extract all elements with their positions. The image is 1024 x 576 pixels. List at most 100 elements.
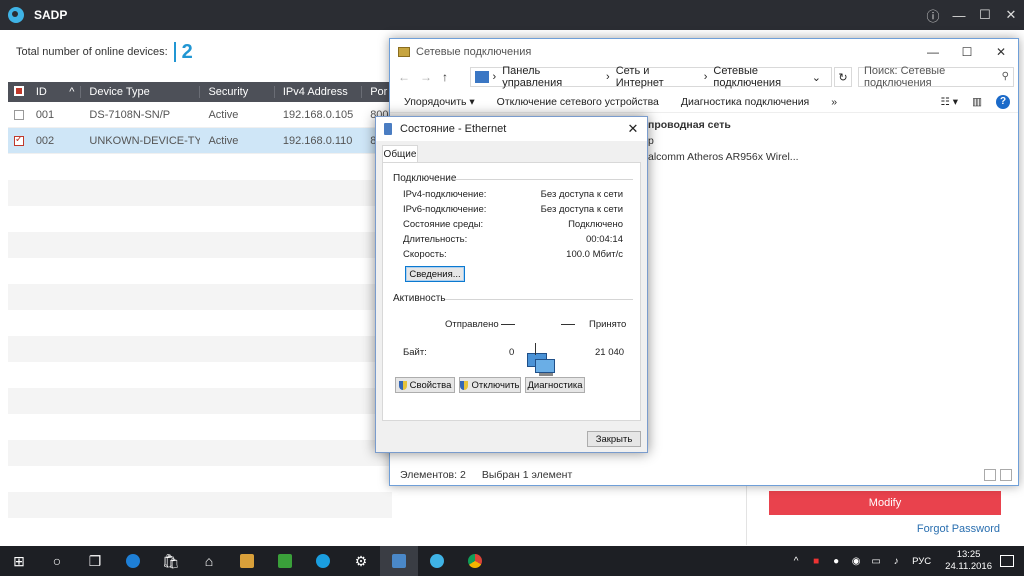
- breadcrumb-item[interactable]: Сеть и Интернет: [616, 65, 698, 89]
- tiles-view-button[interactable]: [1000, 469, 1012, 481]
- empty-row: [8, 362, 392, 388]
- properties-button[interactable]: Свойства: [395, 377, 455, 393]
- sadp-icon[interactable]: [418, 546, 456, 576]
- skype-icon[interactable]: [304, 546, 342, 576]
- close-icon[interactable]: ✕: [619, 117, 647, 141]
- breadcrumb[interactable]: › Панель управления › Сеть и Интернет › …: [470, 65, 832, 89]
- windows-icon[interactable]: ⊞: [0, 546, 38, 576]
- connection-status: р: [648, 135, 654, 147]
- app-icon[interactable]: [228, 546, 266, 576]
- explorer-titlebar: Сетевые подключения — ☐ ✕: [390, 39, 1018, 65]
- language-indicator[interactable]: РУС: [912, 556, 931, 567]
- app2-icon[interactable]: [266, 546, 304, 576]
- received-label: Принято: [589, 319, 627, 330]
- maximize-button[interactable]: ☐: [972, 0, 998, 30]
- minimize-button[interactable]: —: [946, 0, 972, 30]
- back-arrow-icon[interactable]: ←: [398, 70, 410, 84]
- diagnose-button[interactable]: Диагностика: [525, 377, 585, 393]
- field-ipv4: IPv4-подключение: Без доступа к сети: [403, 189, 623, 200]
- organize-menu[interactable]: Упорядочить ▾: [404, 96, 475, 108]
- modify-button[interactable]: Modify: [769, 491, 1001, 515]
- online-devices-summary: Total number of online devices: 2: [16, 42, 193, 62]
- table-row[interactable]: 001 DS-7108N-SN/P Active 192.168.0.105 8…: [8, 102, 392, 128]
- refresh-button[interactable]: ↻: [834, 67, 852, 87]
- col-port[interactable]: Por: [362, 86, 392, 98]
- table-row[interactable]: 002 UNKOWN-DEVICE-TYPE Active 192.168.0.…: [8, 128, 392, 154]
- diagnose-connection-button[interactable]: Диагностика подключения: [681, 96, 809, 108]
- forgot-password-link[interactable]: Forgot Password: [917, 523, 1000, 535]
- group-activity-label: Активность: [393, 293, 446, 304]
- chevron-down-icon[interactable]: ⌄: [812, 71, 821, 84]
- dialog-titlebar: Состояние - Ethernet ✕: [376, 117, 647, 141]
- tray-app-icon[interactable]: ●: [829, 556, 843, 567]
- chevron-up-icon[interactable]: ^: [789, 556, 803, 567]
- clock[interactable]: 13:25 24.11.2016: [945, 549, 992, 573]
- edge-icon[interactable]: [114, 546, 152, 576]
- details-button[interactable]: Сведения...: [405, 266, 465, 282]
- empty-row: [8, 388, 392, 414]
- empty-row: [8, 414, 392, 440]
- view-options-icon[interactable]: ☷ ▾: [940, 96, 958, 108]
- store-icon[interactable]: 🛍: [152, 546, 190, 576]
- command-bar: Упорядочить ▾ Отключение сетевого устрой…: [390, 91, 1018, 113]
- breadcrumb-item[interactable]: Сетевые подключения: [713, 65, 825, 89]
- col-ipv4[interactable]: IPv4 Address: [275, 86, 363, 98]
- tray-app2-icon[interactable]: ◉: [849, 556, 863, 567]
- home-icon[interactable]: ⌂: [190, 546, 228, 576]
- minimize-button[interactable]: —: [916, 39, 950, 65]
- col-security[interactable]: Security: [200, 86, 275, 98]
- notifications-icon[interactable]: [1000, 555, 1014, 567]
- status-bar: Элементов: 2 Выбран 1 элемент: [400, 469, 572, 481]
- more-commands-button[interactable]: »: [831, 96, 837, 108]
- clock-date: 24.11.2016: [945, 561, 992, 572]
- system-tray: ^ ■ ● ◉ ▭ ♪ РУС 13:25 24.11.2016: [786, 546, 1024, 576]
- preview-pane-icon[interactable]: ▥: [972, 96, 982, 108]
- empty-row: [8, 310, 392, 336]
- forward-arrow-icon[interactable]: →: [420, 70, 432, 84]
- network-warning-icon[interactable]: ▭: [869, 556, 883, 567]
- cell-security: Active: [208, 108, 239, 121]
- network-app-icon[interactable]: [380, 546, 418, 576]
- help-icon[interactable]: ?: [996, 94, 1010, 109]
- details-view-button[interactable]: [984, 469, 996, 481]
- info-icon[interactable]: ⓘ: [920, 0, 946, 30]
- disable-device-button[interactable]: Отключение сетевого устройства: [497, 96, 659, 108]
- online-devices-count: 2: [173, 42, 193, 62]
- row-checkbox[interactable]: [13, 109, 24, 120]
- clock-time: 13:25: [956, 549, 981, 560]
- cell-security: Active: [208, 134, 239, 147]
- bytes-label: Байт:: [403, 347, 427, 358]
- select-all-checkbox[interactable]: [8, 86, 30, 98]
- empty-row: [8, 466, 392, 492]
- empty-row: [8, 180, 392, 206]
- explorer-title: Сетевые подключения: [416, 46, 532, 58]
- connection-name: проводная сеть: [648, 119, 731, 131]
- maximize-button[interactable]: ☐: [950, 39, 984, 65]
- chrome-icon[interactable]: [456, 546, 494, 576]
- empty-row: [8, 336, 392, 362]
- disable-button[interactable]: Отключить: [459, 377, 521, 393]
- search-icon[interactable]: ○: [38, 546, 76, 576]
- network-activity-icon: [527, 353, 557, 379]
- row-checkbox[interactable]: [13, 135, 24, 146]
- sent-label: Отправлено: [445, 319, 499, 330]
- cell-type: UNKOWN-DEVICE-TYPE: [89, 134, 201, 147]
- antivirus-icon[interactable]: ■: [809, 556, 823, 567]
- selected-count: Выбран 1 элемент: [481, 469, 573, 481]
- items-count: Элементов: 2: [400, 469, 466, 481]
- close-button[interactable]: ✕: [998, 0, 1024, 30]
- close-dialog-button[interactable]: Закрыть: [587, 431, 641, 447]
- gear-icon[interactable]: ⚙: [342, 546, 380, 576]
- up-arrow-icon[interactable]: ↑: [442, 70, 448, 84]
- col-device-type[interactable]: Device Type: [81, 86, 201, 98]
- control-panel-icon: [475, 71, 489, 83]
- shield-icon: [398, 380, 407, 390]
- volume-icon[interactable]: ♪: [889, 556, 903, 567]
- breadcrumb-item[interactable]: Панель управления: [502, 65, 600, 89]
- close-button[interactable]: ✕: [984, 39, 1018, 65]
- empty-row: [8, 492, 392, 518]
- col-id[interactable]: ID ^: [30, 86, 82, 98]
- task-view-icon[interactable]: ❐: [76, 546, 114, 576]
- tab-general[interactable]: Общие: [382, 145, 418, 163]
- search-input[interactable]: Поиск: Сетевые подключения ⚲: [858, 65, 1014, 89]
